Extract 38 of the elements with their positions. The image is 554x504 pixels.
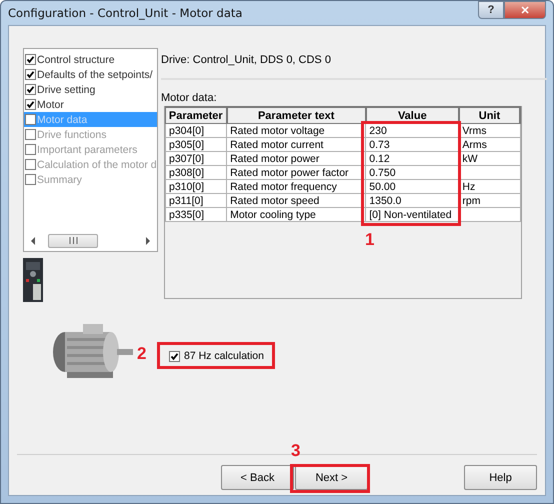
- table-cell: p304[0]: [166, 124, 227, 138]
- column-header: Unit: [458, 107, 520, 124]
- value-field[interactable]: 0.12: [366, 152, 459, 166]
- step-item[interactable]: Defaults of the setpoints/: [24, 67, 157, 82]
- step-item[interactable]: Motor: [24, 97, 157, 112]
- table-cell: p308[0]: [166, 166, 227, 180]
- back-button[interactable]: < Back: [221, 465, 294, 490]
- table-cell: p307[0]: [166, 152, 227, 166]
- table-cell: Rated motor power: [226, 152, 366, 166]
- table-cell: p310[0]: [166, 180, 227, 194]
- value-field[interactable]: [0] Non-ventilated: [366, 208, 459, 222]
- help-button[interactable]: Help: [464, 465, 537, 490]
- annotation-number: 1: [365, 230, 374, 250]
- table-cell: Rated motor voltage: [226, 124, 366, 138]
- next-button[interactable]: Next >: [295, 465, 368, 490]
- table-cell: Rated motor speed: [226, 194, 366, 208]
- checkbox-option[interactable]: 87 Hz calculation: [168, 350, 264, 362]
- help-button[interactable]: ?: [478, 1, 504, 19]
- table-cell: p305[0]: [166, 138, 227, 152]
- annotation-number: 2: [137, 344, 146, 364]
- table-cell: p311[0]: [166, 194, 227, 208]
- table-cell: p335[0]: [166, 208, 227, 222]
- column-header: Parameter text: [226, 107, 366, 124]
- step-item[interactable]: Drive setting: [24, 82, 157, 97]
- value-field[interactable]: 0.73: [366, 138, 459, 152]
- drive-info-text: Drive: Control_Unit, DDS 0, CDS 0: [161, 54, 332, 68]
- table-cell: Motor cooling type: [226, 208, 366, 222]
- value-field[interactable]: 1350.0: [366, 194, 459, 208]
- value-field[interactable]: 50.00: [366, 180, 459, 194]
- table-cell: Rated motor current: [226, 138, 366, 152]
- column-header: Parameter: [166, 107, 227, 124]
- value-field[interactable]: 230: [366, 124, 459, 138]
- table-cell: Rated motor frequency: [226, 180, 366, 194]
- window-title: Configuration - Control_Unit - Motor data: [8, 6, 242, 20]
- annotation-number: 3: [291, 441, 300, 461]
- value-field[interactable]: 0.750: [366, 166, 459, 180]
- table-cell: Rated motor power factor: [226, 166, 366, 180]
- step-item[interactable]: Control structure: [24, 52, 157, 67]
